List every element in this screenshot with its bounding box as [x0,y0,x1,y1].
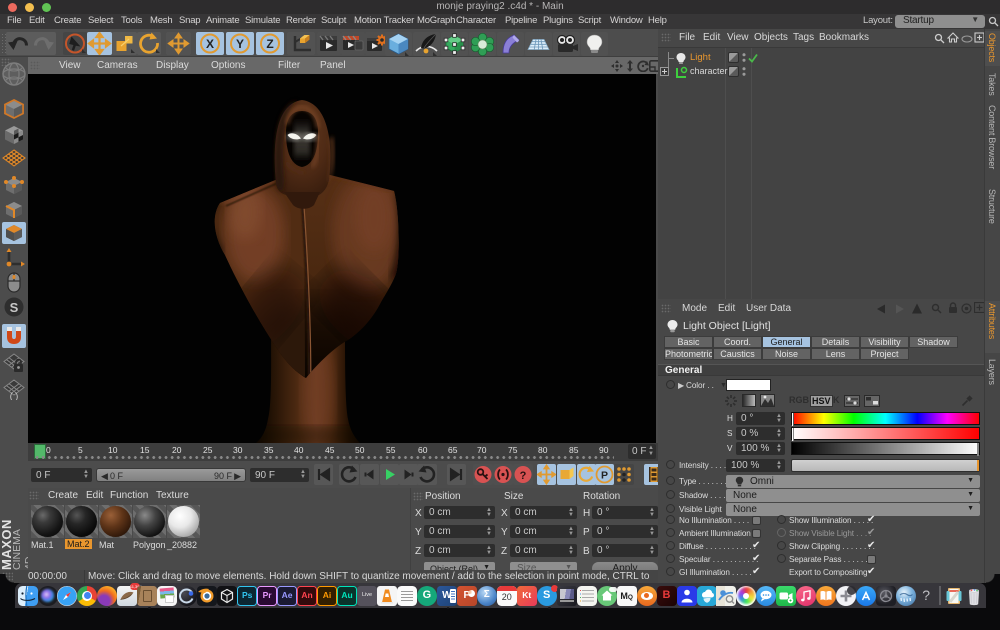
svg-text:?: ? [520,470,527,482]
svg-text:X: X [206,37,214,51]
svg-text:P: P [601,470,608,482]
svg-text:Y: Y [236,37,244,51]
svg-text:( ): ( ) [10,391,19,400]
svg-text:Z: Z [266,37,273,51]
svg-text:S: S [10,300,19,315]
